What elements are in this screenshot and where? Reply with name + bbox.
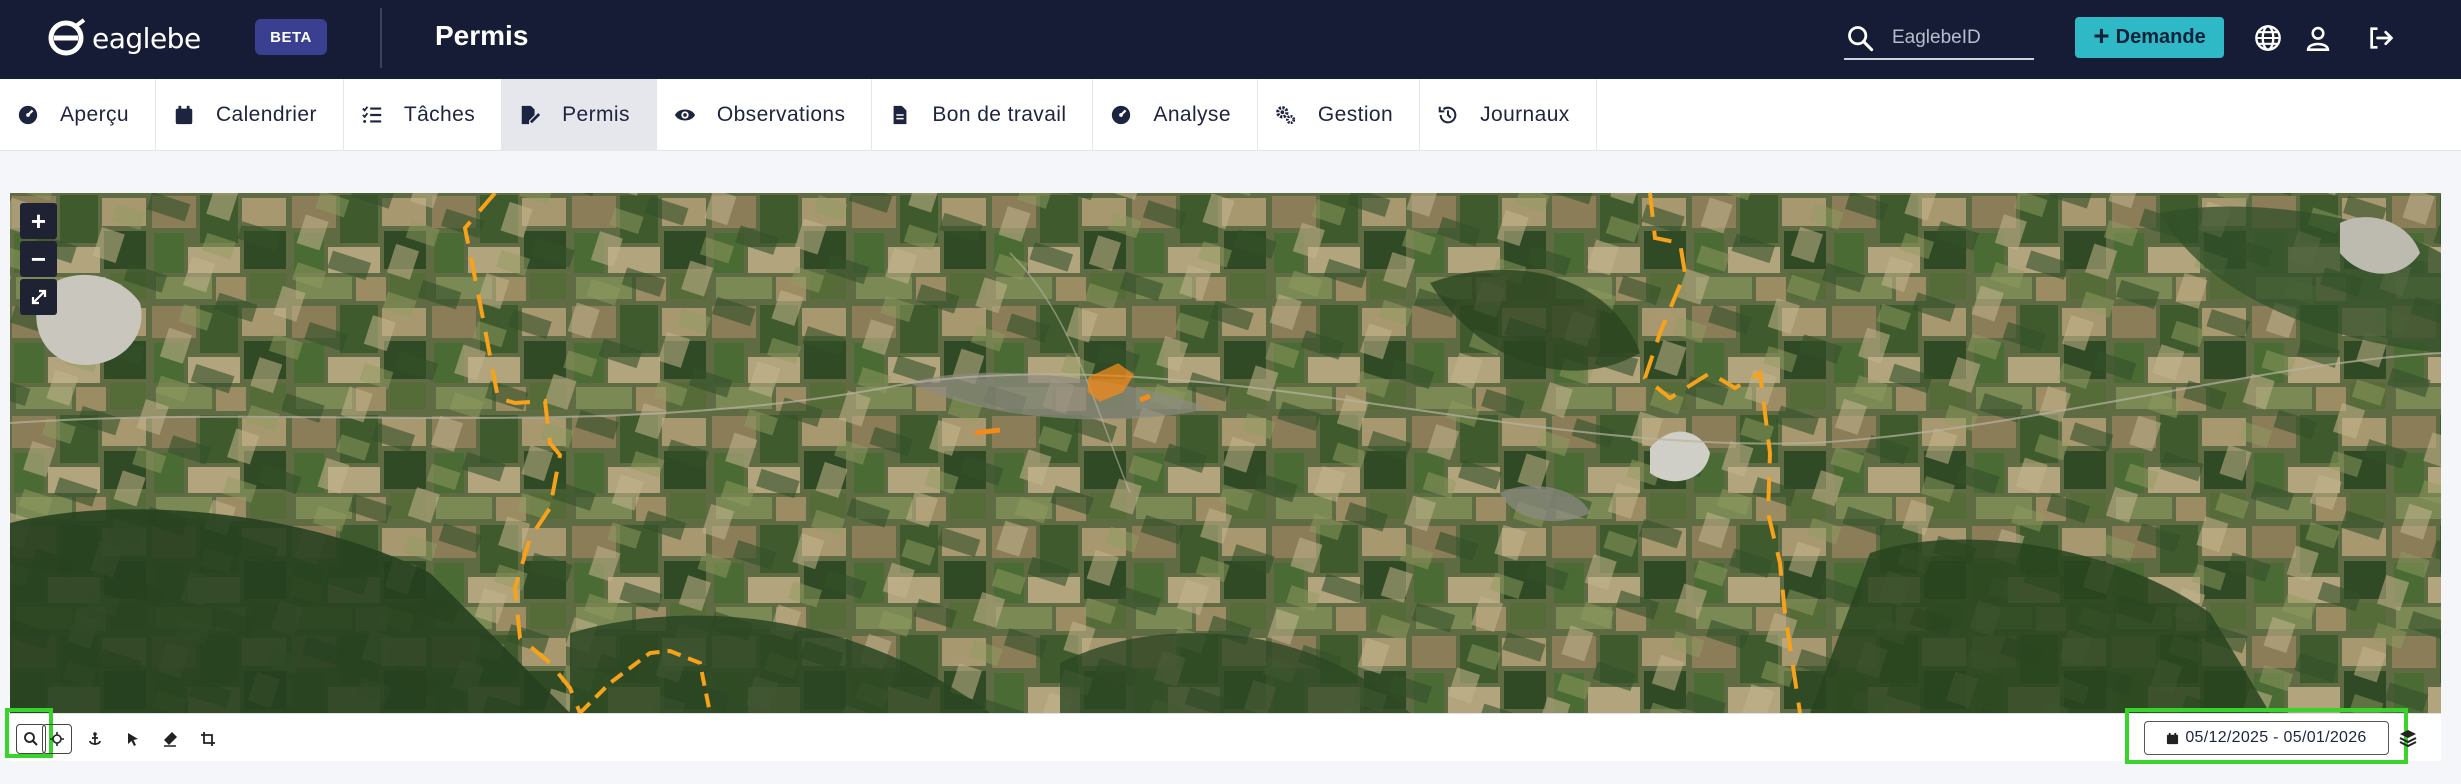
tab-label: Permis — [562, 103, 630, 126]
gauge-icon — [1109, 103, 1133, 127]
demande-label: Demande — [2115, 26, 2206, 48]
globe-icon[interactable] — [2252, 22, 2284, 54]
main-tabs: Aperçu Calendrier Tâches Permis Observat… — [0, 79, 2461, 151]
checklist-icon — [360, 103, 384, 127]
tab-label: Tâches — [403, 103, 476, 126]
expand-icon — [31, 289, 46, 305]
user-icon[interactable] — [2302, 22, 2334, 54]
tab-label: Bon de travail — [932, 103, 1067, 126]
page-title: Permis — [435, 20, 529, 51]
eraser-icon — [164, 732, 177, 747]
eaglebe-logo-icon — [48, 18, 86, 56]
fullscreen-button[interactable] — [20, 279, 57, 315]
file-icon — [888, 103, 912, 127]
eaglebe-logo[interactable]: eaglebe — [46, 18, 201, 58]
crop-tool-button[interactable] — [193, 724, 223, 754]
satellite-map[interactable]: + − — [10, 193, 2441, 713]
tab-label: Observations — [716, 103, 846, 126]
demande-button[interactable]: + Demande — [2075, 17, 2224, 58]
eraser-tool-button[interactable] — [155, 724, 185, 754]
tab-gestion[interactable]: Gestion — [1258, 79, 1421, 151]
logout-icon[interactable] — [2365, 22, 2397, 54]
satellite-imagery — [10, 193, 2441, 713]
tab-bon-de-travail[interactable]: Bon de travail — [872, 79, 1094, 151]
search-icon — [24, 732, 38, 746]
tab-taches[interactable]: Tâches — [344, 79, 503, 151]
date-range-picker[interactable]: 05/12/2025 - 05/01/2026 — [2144, 721, 2389, 755]
anchor-tool-button[interactable] — [80, 724, 110, 754]
history-icon — [1436, 103, 1460, 127]
locate-icon — [50, 732, 64, 746]
tab-label: Gestion — [1317, 103, 1394, 126]
brand-name: eaglebe — [92, 21, 201, 55]
anchor-icon — [89, 732, 101, 745]
tab-label: Aperçu — [60, 103, 129, 126]
zoom-out-button[interactable]: − — [20, 241, 57, 277]
pointer-tool-button[interactable] — [118, 724, 148, 754]
locate-tool-button[interactable] — [42, 724, 72, 754]
calendar-icon — [2167, 732, 2179, 744]
pointer-icon — [128, 733, 138, 746]
map-toolbar: 05/12/2025 - 05/01/2026 — [5, 708, 2441, 764]
zoom-controls: + − — [20, 203, 57, 315]
header-divider — [380, 8, 382, 68]
calendar-icon — [172, 103, 196, 127]
tab-label: Analyse — [1153, 103, 1231, 126]
tab-label: Calendrier — [215, 103, 317, 126]
gauge-icon — [16, 103, 40, 127]
plus-icon: + — [2093, 20, 2110, 51]
layers-icon — [2399, 730, 2417, 748]
parcel-highlight-small[interactable] — [974, 427, 1001, 436]
cogs-icon — [1274, 103, 1298, 127]
tab-permis[interactable]: Permis — [502, 79, 657, 151]
date-range-value: 05/12/2025 - 05/01/2026 — [2185, 729, 2367, 746]
tab-observations[interactable]: Observations — [657, 79, 873, 151]
file-signature-icon — [518, 103, 542, 127]
zoom-in-button[interactable]: + — [20, 203, 57, 239]
tab-analyse[interactable]: Analyse — [1093, 79, 1258, 151]
layers-button[interactable] — [2397, 727, 2419, 749]
tab-label: Journaux — [1480, 103, 1570, 126]
tab-journaux[interactable]: Journaux — [1420, 79, 1597, 151]
eye-icon — [673, 103, 697, 127]
search-icon[interactable] — [1846, 24, 1874, 52]
search-input[interactable] — [1892, 27, 2032, 49]
tab-apercu[interactable]: Aperçu — [0, 79, 156, 151]
top-header: eaglebe BETA Permis + Demande — [0, 0, 2461, 79]
beta-badge: BETA — [255, 19, 327, 55]
search-box[interactable] — [1844, 18, 2034, 60]
tab-calendrier[interactable]: Calendrier — [156, 79, 344, 151]
crop-icon — [201, 732, 215, 746]
